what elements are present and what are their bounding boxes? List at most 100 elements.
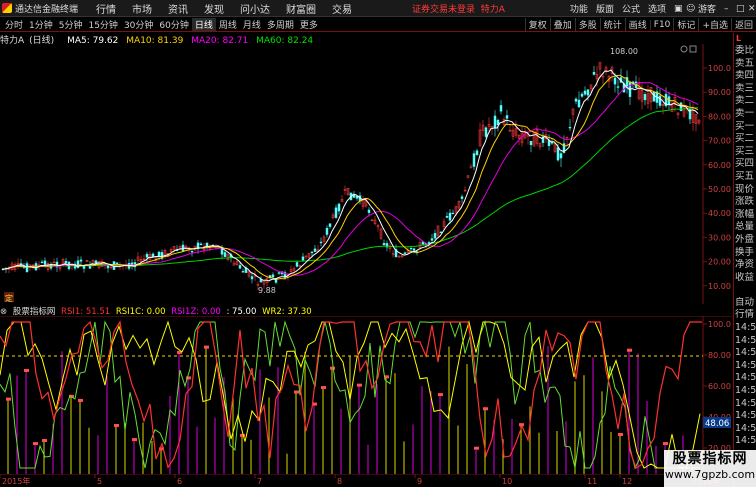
period-weekly[interactable]: 周线 <box>216 18 240 31</box>
period-multi[interactable]: 多周期 <box>264 18 297 31</box>
candle-body <box>505 115 509 119</box>
time-tick-label: 12 <box>622 477 632 486</box>
time-tick-label: 7 <box>257 477 262 486</box>
candle-body <box>616 86 620 88</box>
menu-trade[interactable]: 交易 <box>324 1 360 16</box>
candle-body <box>301 256 305 261</box>
tool-adjust[interactable]: 复权 <box>524 18 550 31</box>
side-label: 14:5 <box>735 322 756 334</box>
period-30min[interactable]: 30分钟 <box>121 18 156 31</box>
tool-mark[interactable]: 标记 <box>673 18 698 31</box>
menu-quotes[interactable]: 行情 <box>88 1 124 16</box>
indicator-marker <box>24 368 29 372</box>
menu-ask[interactable]: 问小达 <box>232 1 278 16</box>
menu-options[interactable]: 选项 <box>644 2 670 15</box>
tool-back[interactable]: 返回 <box>730 18 756 31</box>
indicator-marker <box>78 398 83 402</box>
candle-body <box>580 93 584 97</box>
candle-body <box>448 212 452 221</box>
maximize-icon[interactable]: □ <box>732 4 745 14</box>
side-label: 现价 <box>735 183 755 195</box>
tool-overlay[interactable]: 叠加 <box>549 18 575 31</box>
close-icon[interactable]: ✕ <box>744 4 756 14</box>
user-icon[interactable]: ☺ <box>682 4 695 14</box>
period-tick[interactable]: 分时 <box>2 18 26 31</box>
minimize-icon[interactable]: – <box>720 4 732 14</box>
candle-body <box>325 227 329 235</box>
side-label: 14:5 <box>735 334 756 346</box>
menu-formula[interactable]: 公式 <box>618 2 644 15</box>
side-label: 自动 <box>735 296 755 308</box>
period-1min[interactable]: 1分钟 <box>26 18 56 31</box>
menu-layout[interactable]: 版面 <box>592 2 618 15</box>
menu-discover[interactable]: 发现 <box>196 1 232 16</box>
candle-body <box>295 262 299 267</box>
candle-body <box>430 238 434 241</box>
indicator-marker <box>33 442 38 446</box>
tool-add-favorite[interactable]: +自选 <box>698 18 731 31</box>
side-label: 14:5 <box>735 359 756 371</box>
candle-body <box>445 216 449 218</box>
side-label: 14:5 <box>735 372 756 384</box>
indicator-marker <box>6 397 11 401</box>
side-label: 14:5 <box>735 397 756 409</box>
menu-market[interactable]: 市场 <box>124 1 160 16</box>
indicator-chart[interactable]: 100.080.0060.0040.0020.00 48.06 <box>0 316 733 474</box>
kline-chart[interactable]: 100.0 90.00 80.00 70.00 60.00 50.00 40.00 30.00… <box>0 44 733 304</box>
login-status[interactable]: 游客 <box>694 2 720 15</box>
candle-body <box>472 153 476 167</box>
menu-wealth[interactable]: 财富圈 <box>278 1 324 16</box>
high-label: 108.00 <box>610 47 638 56</box>
price-tick-label: 100.0 <box>708 64 731 73</box>
candle-body <box>409 247 413 250</box>
candle-body <box>223 252 227 257</box>
price-tick-label: 40.00 <box>708 209 731 218</box>
side-panel-header[interactable]: L <box>734 33 756 45</box>
indicator-marker <box>132 438 137 442</box>
candle-body <box>310 251 314 254</box>
side-label: 卖五 <box>735 57 755 69</box>
candle-body <box>592 72 596 75</box>
current-value: 48.06 <box>705 419 729 429</box>
candle-body <box>652 91 656 102</box>
period-more[interactable]: 更多 <box>297 18 321 31</box>
candle-body <box>493 115 497 128</box>
watermark: 股票指标网 www.7gpzb.com <box>664 450 756 487</box>
side-label: 外盘 <box>735 233 755 245</box>
tool-f10[interactable]: F10 <box>649 19 674 30</box>
period-5min[interactable]: 5分钟 <box>56 18 86 31</box>
candle-body <box>382 243 386 246</box>
tool-multi-stock[interactable]: 多股 <box>574 18 600 31</box>
candle-body <box>220 248 224 255</box>
period-toolbar: 分时 1分钟 5分钟 15分钟 30分钟 60分钟 日线 周线 月线 多周期 更… <box>0 17 756 32</box>
indicator-marker <box>438 393 443 397</box>
candle-body <box>412 248 416 251</box>
menu-news[interactable]: 资讯 <box>160 1 196 16</box>
period-15min[interactable]: 15分钟 <box>85 18 120 31</box>
tool-stats[interactable]: 统计 <box>599 18 625 31</box>
candle-body <box>205 242 209 247</box>
candle-body <box>190 251 194 253</box>
side-label: 14:5 <box>735 347 756 359</box>
login-notice[interactable]: 证券交易未登录 特力A <box>412 2 505 15</box>
candle-body <box>367 209 371 213</box>
side-label: 涨幅 <box>735 208 755 220</box>
period-60min[interactable]: 60分钟 <box>156 18 191 31</box>
candle-body <box>451 212 455 215</box>
candle-body <box>643 94 647 101</box>
period-monthly[interactable]: 月线 <box>240 18 264 31</box>
period-daily[interactable]: 日线 <box>191 17 216 31</box>
marker-label: 定 <box>5 293 13 303</box>
side-label: 买三 <box>735 145 755 157</box>
menu-function[interactable]: 功能 <box>566 2 592 15</box>
candle-body <box>550 142 554 144</box>
tool-draw[interactable]: 画线 <box>624 18 650 31</box>
candle-body <box>334 207 338 218</box>
side-label: 14:5 <box>735 435 756 447</box>
watermark-title: 股票指标网 <box>672 451 748 467</box>
candle-body <box>313 248 317 252</box>
time-tick-label: 5 <box>97 477 102 486</box>
price-tick-label: 30.00 <box>708 233 731 242</box>
side-label: 买一 <box>735 120 755 132</box>
skin-icon[interactable]: ▣ <box>670 4 683 14</box>
